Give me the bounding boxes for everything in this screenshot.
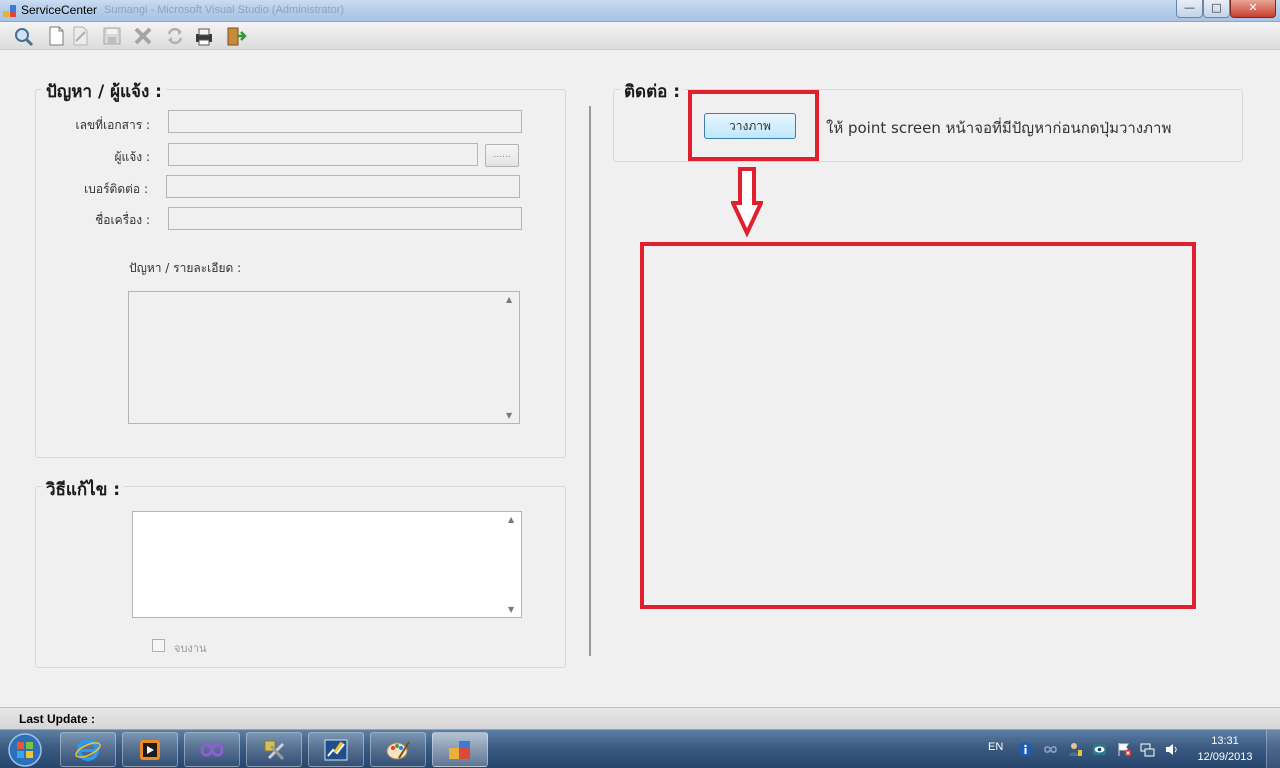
detail-textarea[interactable]: ▲ ▼	[128, 291, 520, 424]
status-bar: Last Update :	[0, 707, 1280, 729]
app-icon	[3, 5, 16, 17]
doc-no-label: เลขที่เอกสาร :	[75, 118, 150, 132]
panel-splitter[interactable]	[589, 106, 591, 656]
taskbar-chart-app[interactable]	[308, 732, 364, 767]
volume-icon[interactable]	[1164, 742, 1179, 757]
scroll-up-icon[interactable]: ▲	[508, 515, 514, 524]
service-center-icon	[449, 741, 470, 759]
annotation-highlight-box	[688, 90, 819, 161]
done-checkbox[interactable]	[152, 639, 165, 652]
detail-scrollbar[interactable]: ▲ ▼	[503, 292, 519, 423]
machine-label: ชื่อเครื่อง :	[95, 213, 150, 227]
flag-warning-icon[interactable]	[1117, 742, 1132, 757]
new-document-icon[interactable]	[45, 25, 67, 47]
minimize-button[interactable]: —	[1176, 0, 1203, 18]
done-checkbox-label: จบงาน	[174, 642, 207, 655]
visual-studio-icon	[200, 743, 224, 757]
title-bar: ServiceCenter Sumangi - Microsoft Visual…	[0, 0, 1280, 22]
phone-label: เบอร์ติดต่อ :	[84, 182, 148, 196]
taskbar-media-player[interactable]	[122, 732, 178, 767]
last-update-label: Last Update :	[19, 712, 96, 726]
scroll-down-icon[interactable]: ▼	[508, 605, 514, 614]
media-player-icon	[140, 740, 160, 760]
paint-icon	[386, 741, 410, 760]
info-icon[interactable]	[1018, 742, 1033, 757]
background-window-title: Sumangi - Microsoft Visual Studio (Admin…	[104, 4, 345, 16]
show-desktop-button[interactable]	[1266, 730, 1280, 768]
refresh-icon[interactable]	[164, 25, 186, 47]
contact-group-title: ติดต่อ :	[620, 78, 685, 105]
phone-field[interactable]	[166, 175, 520, 198]
print-icon[interactable]	[193, 25, 215, 47]
save-icon[interactable]	[101, 25, 123, 47]
network-icon[interactable]	[1140, 742, 1155, 757]
machine-field[interactable]	[168, 207, 522, 230]
image-paste-area	[640, 242, 1196, 609]
tools-icon	[264, 740, 285, 761]
window-title: ServiceCenter	[21, 3, 98, 17]
close-button[interactable]: ✕	[1230, 0, 1276, 18]
annotation-down-arrow-icon	[731, 167, 763, 237]
reporter-label: ผู้แจ้ง :	[114, 150, 150, 164]
edit-icon[interactable]	[69, 25, 91, 47]
taskbar-tools[interactable]	[246, 732, 302, 767]
toolbar	[0, 22, 1280, 50]
infinity-icon[interactable]	[1043, 742, 1058, 757]
user-icon[interactable]	[1068, 742, 1083, 757]
clock-date[interactable]: 12/09/2013	[1192, 751, 1258, 763]
chart-app-icon	[324, 739, 348, 761]
problem-group-title: ปัญหา / ผู้แจ้ง :	[42, 78, 166, 105]
solution-group-title: วิธีแก้ไข :	[42, 476, 125, 503]
paste-hint-text: ให้ point screen หน้าจอที่มีปัญหาก่อนกดป…	[826, 119, 1172, 137]
reporter-field[interactable]	[168, 143, 478, 166]
language-indicator[interactable]: EN	[988, 741, 1003, 753]
doc-no-field[interactable]	[168, 110, 522, 133]
eye-icon[interactable]	[1092, 742, 1107, 757]
delete-icon[interactable]	[132, 25, 154, 47]
scroll-down-icon[interactable]: ▼	[506, 411, 512, 420]
internet-explorer-icon	[75, 739, 101, 761]
taskbar-service-center[interactable]	[432, 732, 488, 767]
browse-reporter-button[interactable]: ......	[485, 144, 519, 167]
maximize-button[interactable]: □	[1203, 0, 1230, 18]
search-icon[interactable]	[12, 25, 34, 47]
start-button-icon[interactable]	[6, 732, 44, 768]
scroll-up-icon[interactable]: ▲	[506, 295, 512, 304]
taskbar-visual-studio[interactable]	[184, 732, 240, 767]
taskbar: EN 13:31 12/09/2013	[0, 729, 1280, 768]
exit-icon[interactable]	[225, 25, 247, 47]
detail-label: ปัญหา / รายละเอียด :	[129, 261, 242, 275]
solution-scrollbar[interactable]: ▲ ▼	[505, 512, 521, 617]
solution-textarea[interactable]: ▲ ▼	[132, 511, 522, 618]
taskbar-internet-explorer[interactable]	[60, 732, 116, 767]
taskbar-paint[interactable]	[370, 732, 426, 767]
clock-time[interactable]: 13:31	[1195, 735, 1255, 747]
